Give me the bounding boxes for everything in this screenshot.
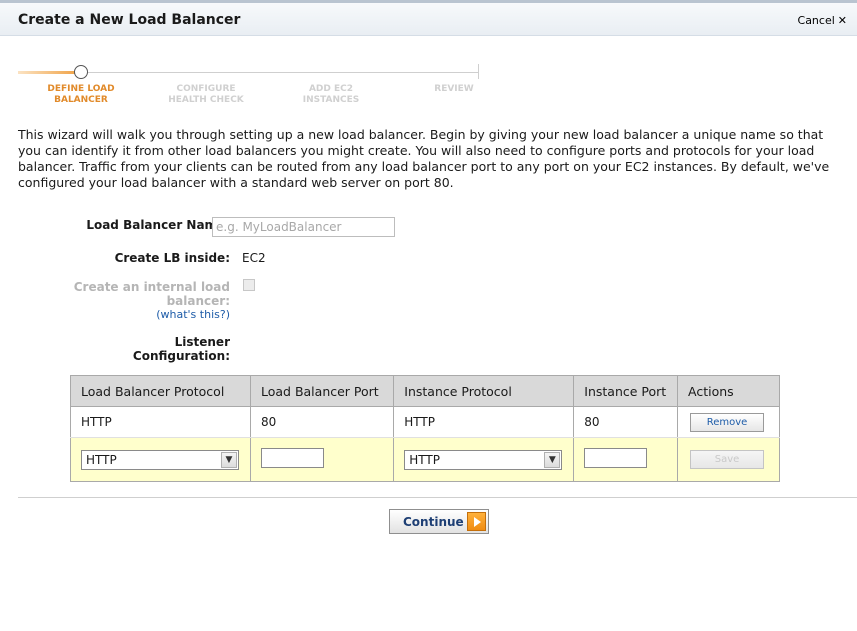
step-label-line: INSTANCES [302, 95, 360, 105]
cell-new-instance-protocol: HTTP ▼ [393, 437, 575, 482]
continue-button[interactable]: Continue [389, 509, 489, 534]
dialog-title: Create a New Load Balancer [18, 12, 241, 28]
internal-lb-label-line: balancer: [166, 294, 230, 308]
wizard-progress: DEFINE LOAD BALANCER CONFIGURE HEALTH CH… [18, 64, 480, 108]
step-label-line: ADD EC2 [308, 84, 354, 94]
step-add-ec2-instances: ADD EC2 INSTANCES [271, 84, 391, 106]
header-instance-port: Instance Port [573, 375, 679, 407]
step-label-line: HEALTH CHECK [168, 95, 244, 105]
cell-new-lb-port [249, 437, 395, 482]
footer-divider [18, 497, 857, 498]
step-label-line: REVIEW [434, 84, 474, 94]
cell-actions: Remove [677, 406, 780, 438]
step-define-load-balancer: DEFINE LOAD BALANCER [21, 84, 141, 106]
lb-port-input[interactable] [260, 448, 324, 468]
current-step-marker [74, 65, 88, 79]
dialog-header: Create a New Load Balancer Cancel ✕ [0, 3, 857, 36]
internal-lb-label: Create an internal load balancer: [74, 280, 230, 308]
cell-lb-port: 80 [249, 406, 395, 438]
lb-protocol-selected: HTTP [86, 452, 117, 467]
progress-end-tick [478, 64, 479, 79]
table-row: HTTP 80 HTTP 80 Remove [70, 406, 780, 438]
load-balancer-name-input[interactable] [212, 217, 395, 237]
listener-header-row: Load Balancer Protocol Load Balancer Por… [70, 375, 780, 407]
close-icon[interactable]: ✕ [838, 14, 847, 27]
remove-button[interactable]: Remove [690, 412, 765, 432]
whats-this-link[interactable]: (what's this?) [156, 308, 230, 321]
cell-new-instance-port [573, 437, 679, 482]
step-label-line: CONFIGURE [176, 84, 236, 94]
chevron-down-icon[interactable]: ▼ [544, 451, 561, 468]
header-actions: Actions [677, 375, 780, 407]
step-review: REVIEW [394, 84, 514, 95]
header-instance-protocol: Instance Protocol [393, 375, 575, 407]
inside-label: Create LB inside: [114, 251, 230, 265]
instance-protocol-selected: HTTP [409, 452, 440, 467]
lb-protocol-select[interactable]: HTTP ▼ [81, 449, 239, 470]
cell-instance-port: 80 [573, 406, 679, 438]
cancel-link[interactable]: Cancel ✕ [798, 14, 847, 27]
listener-table: Load Balancer Protocol Load Balancer Por… [70, 375, 780, 482]
cell-new-lb-protocol: HTTP ▼ [70, 437, 251, 482]
new-listener-row: HTTP ▼ HTTP ▼ Save [70, 437, 780, 482]
listener-config-label: Listener Configuration: [133, 335, 230, 363]
inside-value: EC2 [242, 251, 266, 265]
listener-config-label-line: Listener [174, 335, 230, 349]
arrow-right-icon [467, 512, 486, 531]
internal-lb-checkbox[interactable] [243, 279, 255, 291]
cancel-label: Cancel [797, 14, 835, 27]
step-label-line: BALANCER [54, 95, 108, 105]
cell-lb-protocol: HTTP [70, 406, 251, 438]
save-button[interactable]: Save [690, 450, 765, 469]
instance-port-input[interactable] [584, 448, 648, 468]
chevron-down-icon[interactable]: ▼ [221, 451, 237, 468]
cell-instance-protocol: HTTP [393, 406, 575, 438]
internal-lb-label-line: Create an internal load [73, 280, 230, 294]
cell-new-actions: Save [677, 437, 780, 482]
instance-protocol-select[interactable]: HTTP ▼ [404, 449, 563, 470]
step-label-line: DEFINE LOAD [47, 84, 115, 94]
header-lb-port: Load Balancer Port [249, 375, 395, 407]
name-label: Load Balancer Name: [86, 218, 230, 232]
continue-label: Continue [403, 515, 464, 529]
intro-text: This wizard will walk you through settin… [18, 127, 830, 190]
listener-config-label-line: Configuration: [132, 349, 230, 363]
progress-fill [18, 71, 76, 74]
step-configure-health-check: CONFIGURE HEALTH CHECK [146, 84, 266, 106]
header-lb-protocol: Load Balancer Protocol [70, 375, 251, 407]
